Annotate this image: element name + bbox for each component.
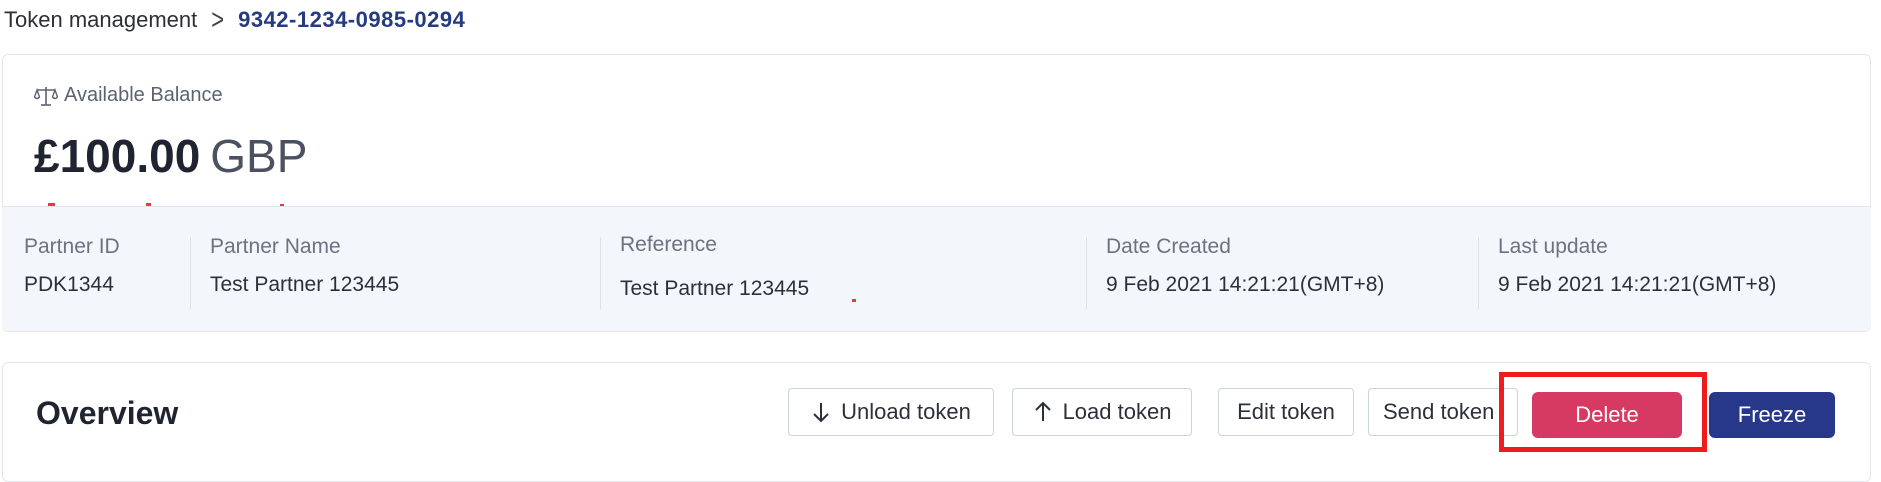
edit-token-button[interactable]: Edit token (1218, 388, 1354, 436)
available-balance-label: Available Balance (34, 84, 223, 107)
date-created-value: 9 Feb 2021 14:21:21(GMT+8) (1106, 273, 1385, 296)
send-token-label: Send token (1383, 399, 1495, 424)
highlight-box (1499, 372, 1707, 452)
reference-field: Reference Test Partner 123445 (620, 233, 809, 307)
column-divider (190, 237, 191, 309)
partner-name-value: Test Partner 123445 (210, 273, 400, 296)
arrow-up-icon (1034, 401, 1051, 421)
partner-name-field: Partner Name Test Partner 123445 (210, 235, 399, 309)
last-update-field: Last update 9 Feb 2021 14:21:21(GMT+8) (1498, 235, 1776, 309)
partner-id-label: Partner ID (24, 235, 120, 258)
reference-label: Reference (620, 233, 717, 256)
partner-id-field: Partner ID PDK1344 (24, 235, 120, 309)
breadcrumb-root-link[interactable]: Token management (4, 7, 197, 33)
load-token-button[interactable]: Load token (1012, 388, 1192, 436)
freeze-button[interactable]: Freeze (1709, 392, 1835, 438)
arrow-down-icon (813, 403, 829, 423)
column-divider (1478, 237, 1479, 309)
column-divider (600, 237, 601, 309)
balance-amount: £100.00 GBP (34, 130, 307, 182)
balance-label-text: Available Balance (64, 84, 223, 106)
token-info-strip: Partner ID PDK1344 Partner Name Test Par… (2, 206, 1871, 331)
column-divider (1086, 237, 1087, 309)
freeze-label: Freeze (1737, 402, 1807, 427)
load-token-label: Load token (1062, 399, 1172, 424)
breadcrumb-current-token: 9342-1234-0985-0294 (238, 7, 466, 32)
balance-currency: GBP (210, 130, 308, 182)
send-token-button[interactable]: Send token (1368, 388, 1518, 436)
partner-id-value: PDK1344 (24, 273, 114, 296)
date-created-field: Date Created 9 Feb 2021 14:21:21(GMT+8) (1106, 235, 1384, 309)
breadcrumb-separator: > (211, 3, 225, 36)
edit-token-label: Edit token (1237, 399, 1335, 424)
date-created-label: Date Created (1106, 235, 1231, 258)
unload-token-label: Unload token (841, 399, 971, 424)
partner-name-label: Partner Name (210, 235, 341, 258)
reference-value: Test Partner 123445 (620, 277, 810, 300)
balance-value: £100.00 (34, 130, 201, 182)
annotation-mark (852, 299, 856, 302)
scale-icon (34, 86, 58, 106)
last-update-value: 9 Feb 2021 14:21:21(GMT+8) (1498, 273, 1777, 296)
overview-title: Overview (36, 395, 179, 431)
last-update-label: Last update (1498, 235, 1608, 258)
breadcrumb: Token management > 9342-1234-0985-0294 (4, 3, 466, 36)
unload-token-button[interactable]: Unload token (788, 388, 994, 436)
